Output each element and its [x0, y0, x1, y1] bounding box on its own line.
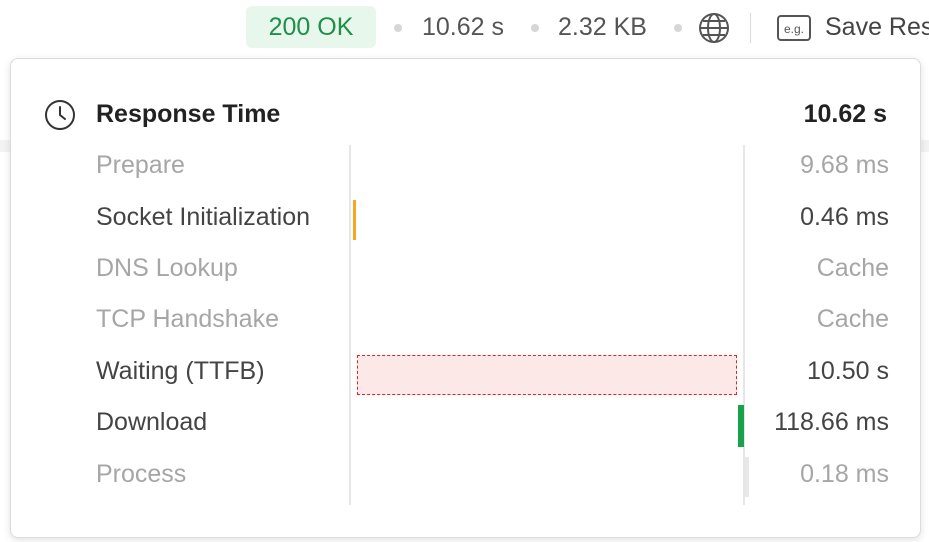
clock-icon [45, 100, 75, 130]
response-size[interactable]: 2.32 KB [558, 10, 647, 44]
popover-title: Response Time [96, 100, 281, 128]
phase-row-tcp-handshake: TCP Handshake Cache [11, 299, 922, 339]
ttfb-timing-bar [357, 355, 737, 395]
example-icon[interactable]: e.g. [777, 15, 811, 41]
phase-value: 9.68 ms [800, 151, 889, 179]
phase-value: 10.50 s [806, 357, 889, 385]
total-response-time: 10.62 s [803, 100, 887, 128]
phase-value: 0.46 ms [800, 203, 889, 231]
phase-value: 0.18 ms [800, 460, 889, 488]
phase-label: TCP Handshake [96, 305, 279, 333]
phase-label: Waiting (TTFB) [96, 357, 265, 385]
separator-dot [531, 24, 539, 32]
separator-dot [394, 24, 402, 32]
save-response-button[interactable]: Save Res [825, 10, 929, 44]
phase-row-socket-initialization: Socket Initialization 0.46 ms [11, 197, 922, 240]
socket-timing-bar [353, 200, 356, 240]
globe-icon[interactable] [697, 11, 731, 45]
phase-value: Cache [816, 254, 889, 282]
phase-row-dns-lookup: DNS Lookup Cache [11, 248, 922, 288]
phase-row-prepare: Prepare 9.68 ms [11, 145, 922, 185]
phase-label: Download [96, 408, 208, 436]
phase-row-download: Download 118.66 ms [11, 402, 922, 447]
process-timing-bar [745, 457, 749, 497]
status-badge[interactable]: 200 OK [246, 6, 376, 48]
phase-label: Process [96, 460, 187, 488]
separator-dot [674, 24, 682, 32]
response-time-popover: Response Time 10.62 s Prepare 9.68 ms So… [10, 58, 921, 538]
download-timing-bar [738, 405, 744, 447]
phase-row-process: Process 0.18 ms [11, 454, 922, 497]
svg-text:e.g.: e.g. [784, 22, 804, 36]
phase-label: DNS Lookup [96, 254, 238, 282]
toolbar-divider [750, 13, 751, 43]
response-time-summary[interactable]: 10.62 s [422, 10, 504, 44]
response-status-bar: 200 OK 10.62 s 2.32 KB e.g. Save Res [0, 0, 929, 56]
phase-row-waiting-ttfb: Waiting (TTFB) 10.50 s [11, 351, 922, 395]
phase-label: Socket Initialization [96, 203, 311, 231]
phase-label: Prepare [96, 151, 185, 179]
phase-value: 118.66 ms [774, 408, 889, 436]
phase-value: Cache [816, 305, 889, 333]
